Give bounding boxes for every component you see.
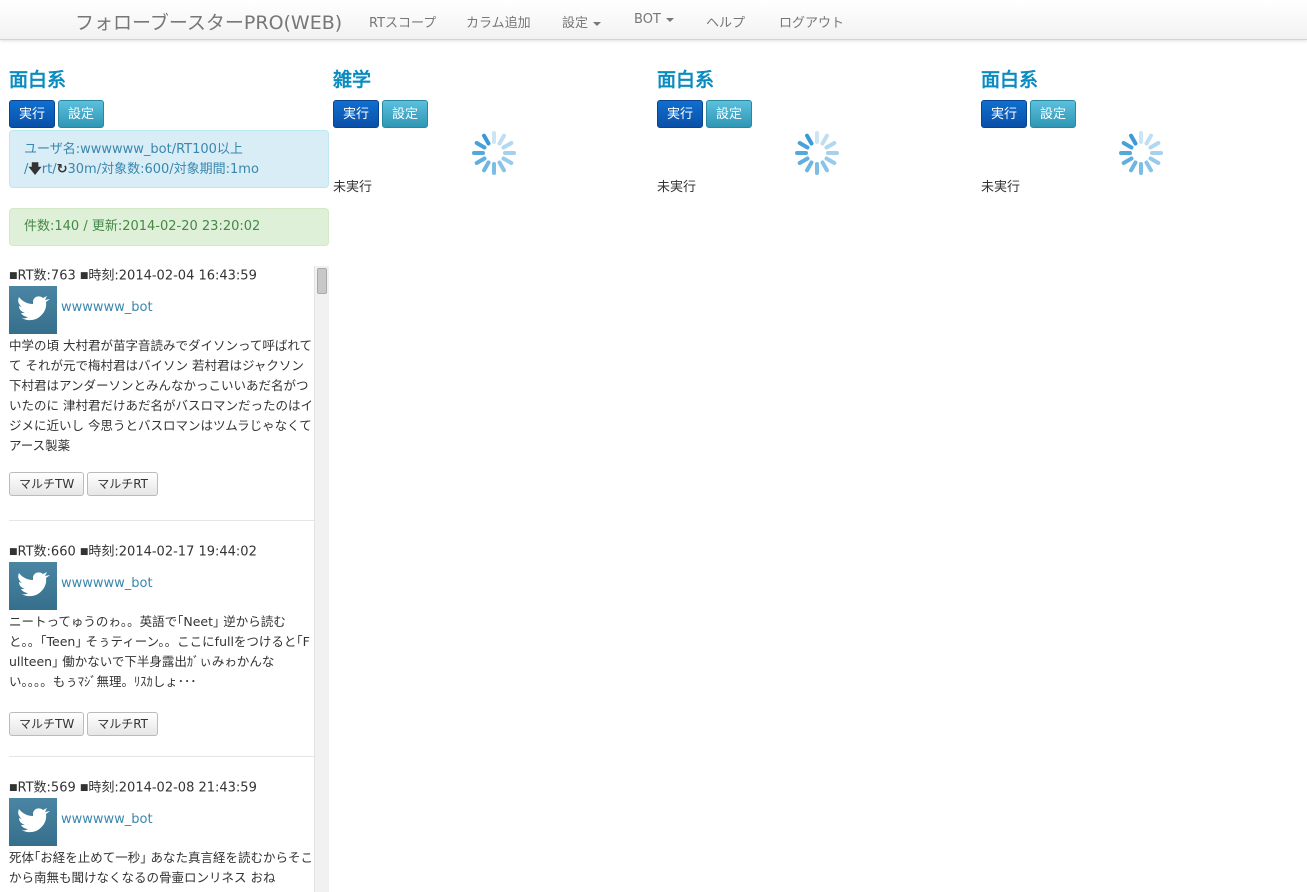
loading-spinner-icon: [1119, 131, 1163, 175]
rt-count: RT数:763: [17, 268, 76, 284]
column-4: 面白系 実行 設定: [981, 66, 1301, 130]
caret-down-icon: [593, 21, 602, 26]
arrow-down-icon: 🡇: [28, 162, 42, 177]
tweet-username[interactable]: wwwwww_bot: [61, 812, 153, 827]
nav-bot-dropdown[interactable]: BOT: [634, 12, 674, 27]
tweet-time: 時刻:2014-02-08 21:43:59: [88, 780, 257, 796]
column-info-alert: ユーザ名:wwwwww_bot/RT100以上 /🡇rt/↻30m/対象数:60…: [9, 130, 329, 188]
column-1: 面白系 実行 設定: [9, 66, 329, 130]
twitter-bird-icon: [18, 808, 50, 833]
navbar: フォローブースターPRO(WEB) RTスコープ カラム追加 設定 BOT ヘル…: [0, 0, 1307, 40]
nav-settings-label: 設定: [562, 16, 589, 31]
run-button[interactable]: 実行: [9, 100, 56, 128]
tweet-text: 死体｢お経を止めて一秒｣ あなた真言経を読むからそこから南無も聞けなくなるの骨壷…: [9, 850, 313, 885]
refresh-icon: ↻: [56, 162, 68, 177]
tweet-username[interactable]: wwwwww_bot: [61, 300, 153, 315]
loading-spinner-icon: [795, 131, 839, 175]
settings-button[interactable]: 設定: [1030, 100, 1077, 128]
run-button[interactable]: 実行: [657, 100, 704, 128]
settings-button[interactable]: 設定: [706, 100, 753, 128]
tweet-username[interactable]: wwwwww_bot: [61, 576, 153, 591]
run-button[interactable]: 実行: [981, 100, 1028, 128]
loading-spinner-icon: [472, 131, 516, 175]
multi-rt-button[interactable]: マルチRT: [87, 472, 158, 496]
column-2: 雑学 実行 設定: [333, 66, 653, 130]
brand-link[interactable]: フォローブースターPRO(WEB): [75, 8, 342, 35]
tweet-time: 時刻:2014-02-17 19:44:02: [88, 544, 257, 560]
divider: [9, 756, 314, 757]
avatar[interactable]: [9, 562, 57, 610]
multi-tw-button[interactable]: マルチTW: [9, 472, 85, 496]
column-title: 面白系: [9, 69, 67, 91]
divider: [9, 520, 314, 521]
nav-help[interactable]: ヘルプ: [706, 12, 745, 31]
column-title: 雑学: [333, 69, 372, 91]
column-status: 未実行: [657, 180, 697, 195]
settings-button[interactable]: 設定: [58, 100, 105, 128]
column-title: 面白系: [657, 69, 715, 91]
tweet-item: ■RT数:569 ■時刻:2014-02-08 21:43:59 wwwwww_…: [9, 778, 314, 888]
column-title: 面白系: [981, 69, 1039, 91]
column-status: 未実行: [333, 180, 373, 195]
column-3: 面白系 実行 設定: [657, 66, 977, 130]
update-status-alert: 件数:140 / 更新:2014-02-20 23:20:02: [9, 208, 329, 246]
caret-down-icon: [665, 17, 674, 22]
nav-rt-scope[interactable]: RTスコープ: [369, 12, 436, 31]
tweet-text: 中学の頃 大村君が苗字音読みでダイソンって呼ばれてて それが元で梅村君はバイソン…: [9, 338, 313, 453]
tweet-item: ■RT数:660 ■時刻:2014-02-17 19:44:02 wwwwww_…: [9, 542, 314, 736]
twitter-bird-icon: [18, 296, 50, 321]
multi-tw-button[interactable]: マルチTW: [9, 712, 85, 736]
scroll-thumb[interactable]: [317, 268, 327, 294]
info-line-1: ユーザ名:wwwwww_bot/RT100以上: [24, 142, 243, 157]
tweet-time: 時刻:2014-02-04 16:43:59: [88, 268, 257, 284]
column-status: 未実行: [981, 180, 1021, 195]
nav-settings-dropdown[interactable]: 設定: [562, 12, 602, 31]
nav-bot-label: BOT: [634, 12, 661, 27]
nav-logout[interactable]: ログアウト: [779, 12, 844, 31]
rt-count: RT数:660: [17, 544, 76, 560]
settings-button[interactable]: 設定: [382, 100, 429, 128]
nav-add-column[interactable]: カラム追加: [466, 12, 531, 31]
tweet-meta: ■RT数:569 ■時刻:2014-02-08 21:43:59: [9, 780, 257, 796]
tweet-item: ■RT数:763 ■時刻:2014-02-04 16:43:59 wwwwww_…: [9, 266, 314, 496]
feed-scrollbar[interactable]: [314, 266, 329, 892]
avatar[interactable]: [9, 286, 57, 334]
tweet-meta: ■RT数:763 ■時刻:2014-02-04 16:43:59: [9, 268, 257, 284]
tweet-text: ニートってゅうのゎ。。英語で｢Neet｣ 逆から読むと。。｢Teen｣ そぅティ…: [9, 614, 310, 689]
multi-rt-button[interactable]: マルチRT: [87, 712, 158, 736]
twitter-bird-icon: [18, 572, 50, 597]
tweet-meta: ■RT数:660 ■時刻:2014-02-17 19:44:02: [9, 544, 257, 560]
run-button[interactable]: 実行: [333, 100, 380, 128]
info-line-2: /🡇rt/↻30m/対象数:600/対象期間:1mo: [24, 160, 314, 180]
tweet-feed[interactable]: ■RT数:763 ■時刻:2014-02-04 16:43:59 wwwwww_…: [9, 266, 329, 892]
avatar[interactable]: [9, 798, 57, 846]
rt-count: RT数:569: [17, 780, 76, 796]
